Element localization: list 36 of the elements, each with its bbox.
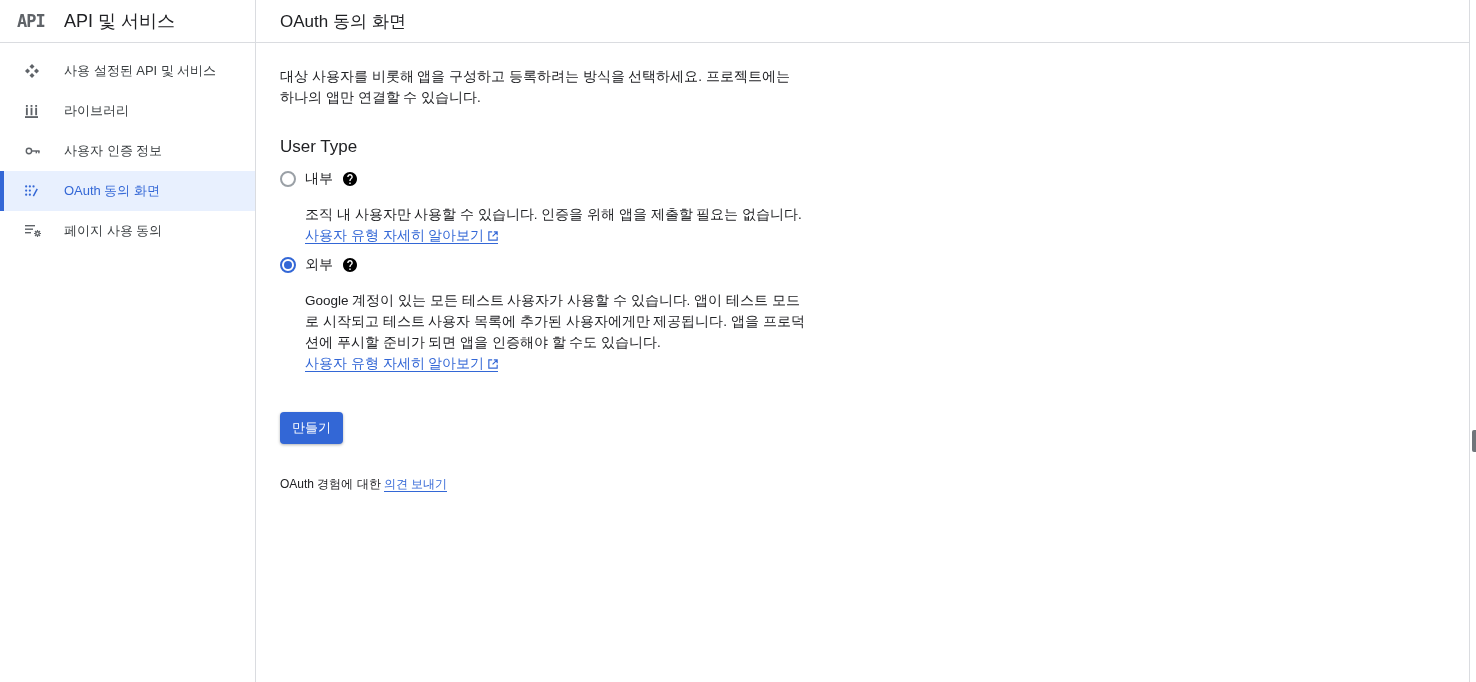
- sidebar-title: API 및 서비스: [64, 10, 175, 33]
- intro-text: 대상 사용자를 비롯해 앱을 구성하고 등록하려는 방식을 선택하세요. 프로젝트에는 하나의 앱만 연결할 수 있습니다.: [280, 68, 791, 107]
- learn-more-link[interactable]: 사용자 유형 자세히 알아보기: [305, 356, 499, 372]
- nav-item[interactable]: 라이브러리: [0, 91, 255, 131]
- help-icon[interactable]: [343, 258, 357, 272]
- radio-button[interactable]: [280, 257, 296, 273]
- nav-item-label: 사용 설정된 API 및 서비스: [64, 62, 217, 80]
- option-description: 조직 내 사용자만 사용할 수 있습니다. 인증을 위해 앱을 제출할 필요는 없습니다. 사용자 유형 자세히 알아보기: [305, 206, 803, 246]
- nav-item-label: 라이브러리: [64, 102, 129, 120]
- nav-item-label: 사용자 인증 정보: [64, 142, 163, 160]
- radio-button[interactable]: [280, 171, 296, 187]
- feedback-text: OAuth 경험에 대한 의견 보내기: [280, 476, 448, 492]
- nav-item[interactable]: 사용자 인증 정보: [0, 131, 255, 171]
- dot-grid-icon: [25, 185, 38, 197]
- nav-item[interactable]: 페이지 사용 동의: [0, 211, 255, 251]
- list-gear-icon: [25, 225, 41, 237]
- nav-item-label: OAuth 동의 화면: [64, 182, 161, 200]
- resize-handle[interactable]: [1472, 430, 1476, 452]
- api-logo: API: [17, 11, 46, 31]
- section-heading: User Type: [280, 136, 358, 158]
- external-link-icon: [488, 231, 499, 241]
- external-link-icon: [488, 359, 499, 369]
- create-button[interactable]: 만들기: [280, 412, 343, 444]
- dots-diamond-icon: [25, 64, 39, 78]
- page-title: OAuth 동의 화면: [280, 10, 406, 33]
- nav-item-label: 페이지 사용 동의: [64, 222, 163, 240]
- radio-label[interactable]: 내부: [305, 170, 343, 188]
- nav-item[interactable]: OAuth 동의 화면: [0, 171, 255, 211]
- option-description: Google 계정이 있는 모든 테스트 사용자가 사용할 수 있습니다. 앱이 테스트 모드로 시작되고 테스트 사용자 목록에 추가된 사용자에게만 제공됩니다. 앱을 프로덕션에 푸시할 준비가 되면 앱을 인증해야 할 수도 있습니다. 사용자 유형 자세히 알아보기: [305, 292, 805, 374]
- columns-icon: [25, 104, 38, 118]
- radio-label[interactable]: 외부: [305, 256, 343, 274]
- key-icon: [25, 147, 40, 155]
- feedback-link[interactable]: 의견 보내기: [384, 477, 448, 492]
- help-icon[interactable]: [343, 172, 357, 186]
- learn-more-link[interactable]: 사용자 유형 자세히 알아보기: [305, 228, 499, 244]
- nav-item[interactable]: 사용 설정된 API 및 서비스: [0, 51, 255, 91]
